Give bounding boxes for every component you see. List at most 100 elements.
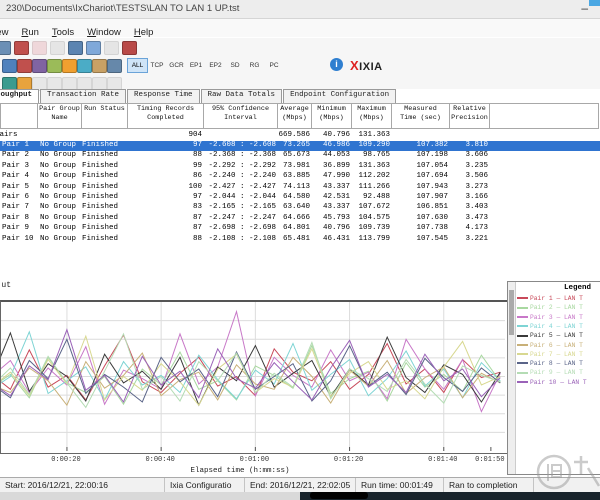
- legend-entry-pair-6: Pair 6 — LAN T: [517, 342, 583, 351]
- table-row[interactable]: Pair 4No GroupFinished86-2.240 : -2.2406…: [0, 172, 600, 182]
- mail-icon[interactable]: [17, 59, 32, 73]
- menu-help[interactable]: Help: [134, 27, 154, 38]
- filter-gcr[interactable]: GCR: [166, 58, 187, 73]
- cell-timing-records: 88: [128, 235, 202, 243]
- table-row[interactable]: Pair 6No GroupFinished97-2.044 : -2.0446…: [0, 193, 600, 203]
- font-icon[interactable]: [77, 59, 92, 73]
- legend-entry-pair-5: Pair 5 — LAN T: [517, 332, 583, 341]
- copy-icon[interactable]: [86, 41, 101, 55]
- table-row[interactable]: Pair 9No GroupFinished87-2.698 : -2.6986…: [0, 224, 600, 234]
- cell-confidence-interval: -2.165 : -2.165: [204, 203, 276, 211]
- cell-relative-precision: 3.606: [450, 151, 488, 159]
- filter-sd[interactable]: SD: [225, 58, 246, 73]
- legend-swatch: [517, 372, 528, 374]
- x-tick-label: 0:00:20: [44, 456, 88, 464]
- x-tick-label: 0:00:40: [138, 456, 182, 464]
- cell-relative-precision: 3.221: [450, 235, 488, 243]
- table-row[interactable]: Pair 1No GroupFinished97-2.608 : -2.6087…: [0, 141, 600, 151]
- tab-response-time[interactable]: Response Time: [127, 89, 200, 103]
- run-icon[interactable]: [14, 41, 29, 55]
- cell-confidence-interval: -2.240 : -2.240: [204, 172, 276, 180]
- legend-panel: Legend Pair 1 — LAN TPair 2 — LAN TPair …: [507, 281, 600, 475]
- legend-scrollbar-thumb[interactable]: [509, 290, 514, 335]
- menu-window[interactable]: Window: [87, 27, 121, 38]
- cell-pair: Pair 8: [2, 214, 38, 222]
- title-bar: 230\Documents\IxChariot\TESTS\LAN TO LAN…: [0, 0, 600, 19]
- cell-confidence-interval: -2.108 : -2.108: [204, 235, 276, 243]
- col-header: Run Status: [81, 103, 128, 129]
- filter-all[interactable]: ALL: [127, 58, 148, 73]
- legend-swatch: [517, 297, 528, 299]
- toolbar-window: [0, 74, 600, 89]
- cell-status: Finished: [82, 183, 128, 191]
- save-icon[interactable]: [0, 41, 11, 55]
- cell-status: Finished: [82, 224, 128, 232]
- menu-view[interactable]: View: [0, 27, 8, 38]
- cell-confidence-interval: -2.368 : -2.368: [204, 151, 276, 159]
- cell-timing-records: 97: [128, 141, 202, 149]
- status-bar: Start: 2016/12/21, 22:00:16Ixia Configur…: [0, 477, 600, 492]
- print-icon[interactable]: [32, 59, 47, 73]
- cell-status: Finished: [82, 141, 128, 149]
- table-row[interactable]: Pair 7No GroupFinished83-2.165 : -2.1656…: [0, 203, 600, 213]
- edit-icon[interactable]: [47, 59, 62, 73]
- cell-average: 63.640: [278, 203, 310, 211]
- legend-entry-pair-10: Pair 10 — LAN T: [517, 379, 587, 388]
- cell-average: 64.666: [278, 214, 310, 222]
- cell-group: No Group: [40, 193, 82, 201]
- summary-timing: 904: [128, 131, 202, 139]
- menu-tools[interactable]: Tools: [52, 27, 74, 38]
- menu-run[interactable]: Run: [21, 27, 38, 38]
- legend-entry-pair-3: Pair 3 — LAN T: [517, 314, 583, 323]
- cell-minimum: 43.337: [312, 203, 350, 211]
- cell-minimum: 46.431: [312, 235, 350, 243]
- throughput-plot: [0, 300, 508, 454]
- tab-throughput[interactable]: Throughput: [0, 89, 39, 103]
- toolbar-views: i XIXIA ALLTCPGCREP1EP2SDRGPC: [0, 56, 600, 75]
- legend-entry-pair-8: Pair 8 — LAN T: [517, 360, 583, 369]
- legend-scrollbar[interactable]: [508, 282, 516, 474]
- book-icon[interactable]: [122, 41, 137, 55]
- cell-confidence-interval: -2.698 : -2.698: [204, 224, 276, 232]
- table-row[interactable]: Pair 8No GroupFinished87-2.247 : -2.2476…: [0, 214, 600, 224]
- pin-icon[interactable]: [107, 59, 122, 73]
- table-row[interactable]: Pair 2No GroupFinished88-2.368 : -2.3686…: [0, 151, 600, 161]
- filter-pc[interactable]: PC: [264, 58, 285, 73]
- build-icon[interactable]: [62, 59, 77, 73]
- status-segment-0: Start: 2016/12/21, 22:00:16: [0, 478, 165, 492]
- image-icon[interactable]: [92, 59, 107, 73]
- filter-tcp[interactable]: TCP: [147, 58, 168, 73]
- table-row[interactable]: Pair 3No GroupFinished99-2.292 : -2.2927…: [0, 162, 600, 172]
- filter-rg[interactable]: RG: [244, 58, 265, 73]
- cell-status: Finished: [82, 214, 128, 222]
- paste-icon[interactable]: [68, 41, 83, 55]
- info-icon[interactable]: i: [330, 58, 343, 71]
- tab-transaction-rate[interactable]: Transaction Rate: [40, 89, 126, 103]
- new-test-icon[interactable]: [2, 59, 17, 73]
- cell-minimum: 42.531: [312, 193, 350, 201]
- cell-average: 74.113: [278, 183, 310, 191]
- tab-raw-data-totals[interactable]: Raw Data Totals: [201, 89, 283, 103]
- cell-relative-precision: 3.235: [450, 162, 488, 170]
- filter-ep1[interactable]: EP1: [186, 58, 207, 73]
- minimize-button[interactable]: –: [581, 1, 588, 15]
- table-row[interactable]: Pair 10No GroupFinished88-2.108 : -2.108…: [0, 235, 600, 245]
- filter-ep2[interactable]: EP2: [205, 58, 226, 73]
- tab-endpoint-configuration[interactable]: Endpoint Configuration: [283, 89, 396, 103]
- cell-maximum: 111.266: [352, 183, 390, 191]
- result-tabs: ThroughputTransaction RateResponse TimeR…: [0, 89, 600, 103]
- legend-swatch: [517, 344, 528, 346]
- legend-entry-pair-2: Pair 2 — LAN T: [517, 304, 583, 313]
- col-header: Pair GroupName: [37, 103, 82, 129]
- ixia-logo-x: X: [350, 58, 359, 73]
- cell-status: Finished: [82, 162, 128, 170]
- legend-title: Legend: [564, 284, 591, 292]
- cell-maximum: 104.575: [352, 214, 390, 222]
- toolbar-main: [0, 38, 600, 56]
- table-row[interactable]: Pair 5No GroupFinished100-2.427 : -2.427…: [0, 183, 600, 193]
- cell-minimum: 44.053: [312, 151, 350, 159]
- cell-measured-time: 107.630: [392, 214, 448, 222]
- cell-timing-records: 86: [128, 172, 202, 180]
- cell-measured-time: 107.738: [392, 224, 448, 232]
- legend-entry-pair-1: Pair 1 — LAN T: [517, 295, 583, 304]
